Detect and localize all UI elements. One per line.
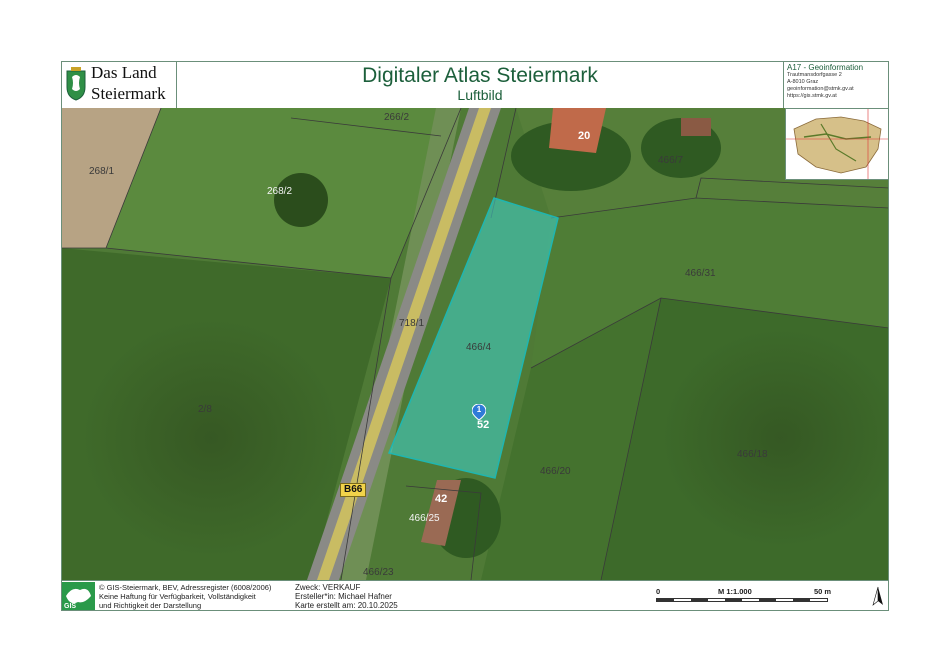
map-frame [61,61,889,611]
